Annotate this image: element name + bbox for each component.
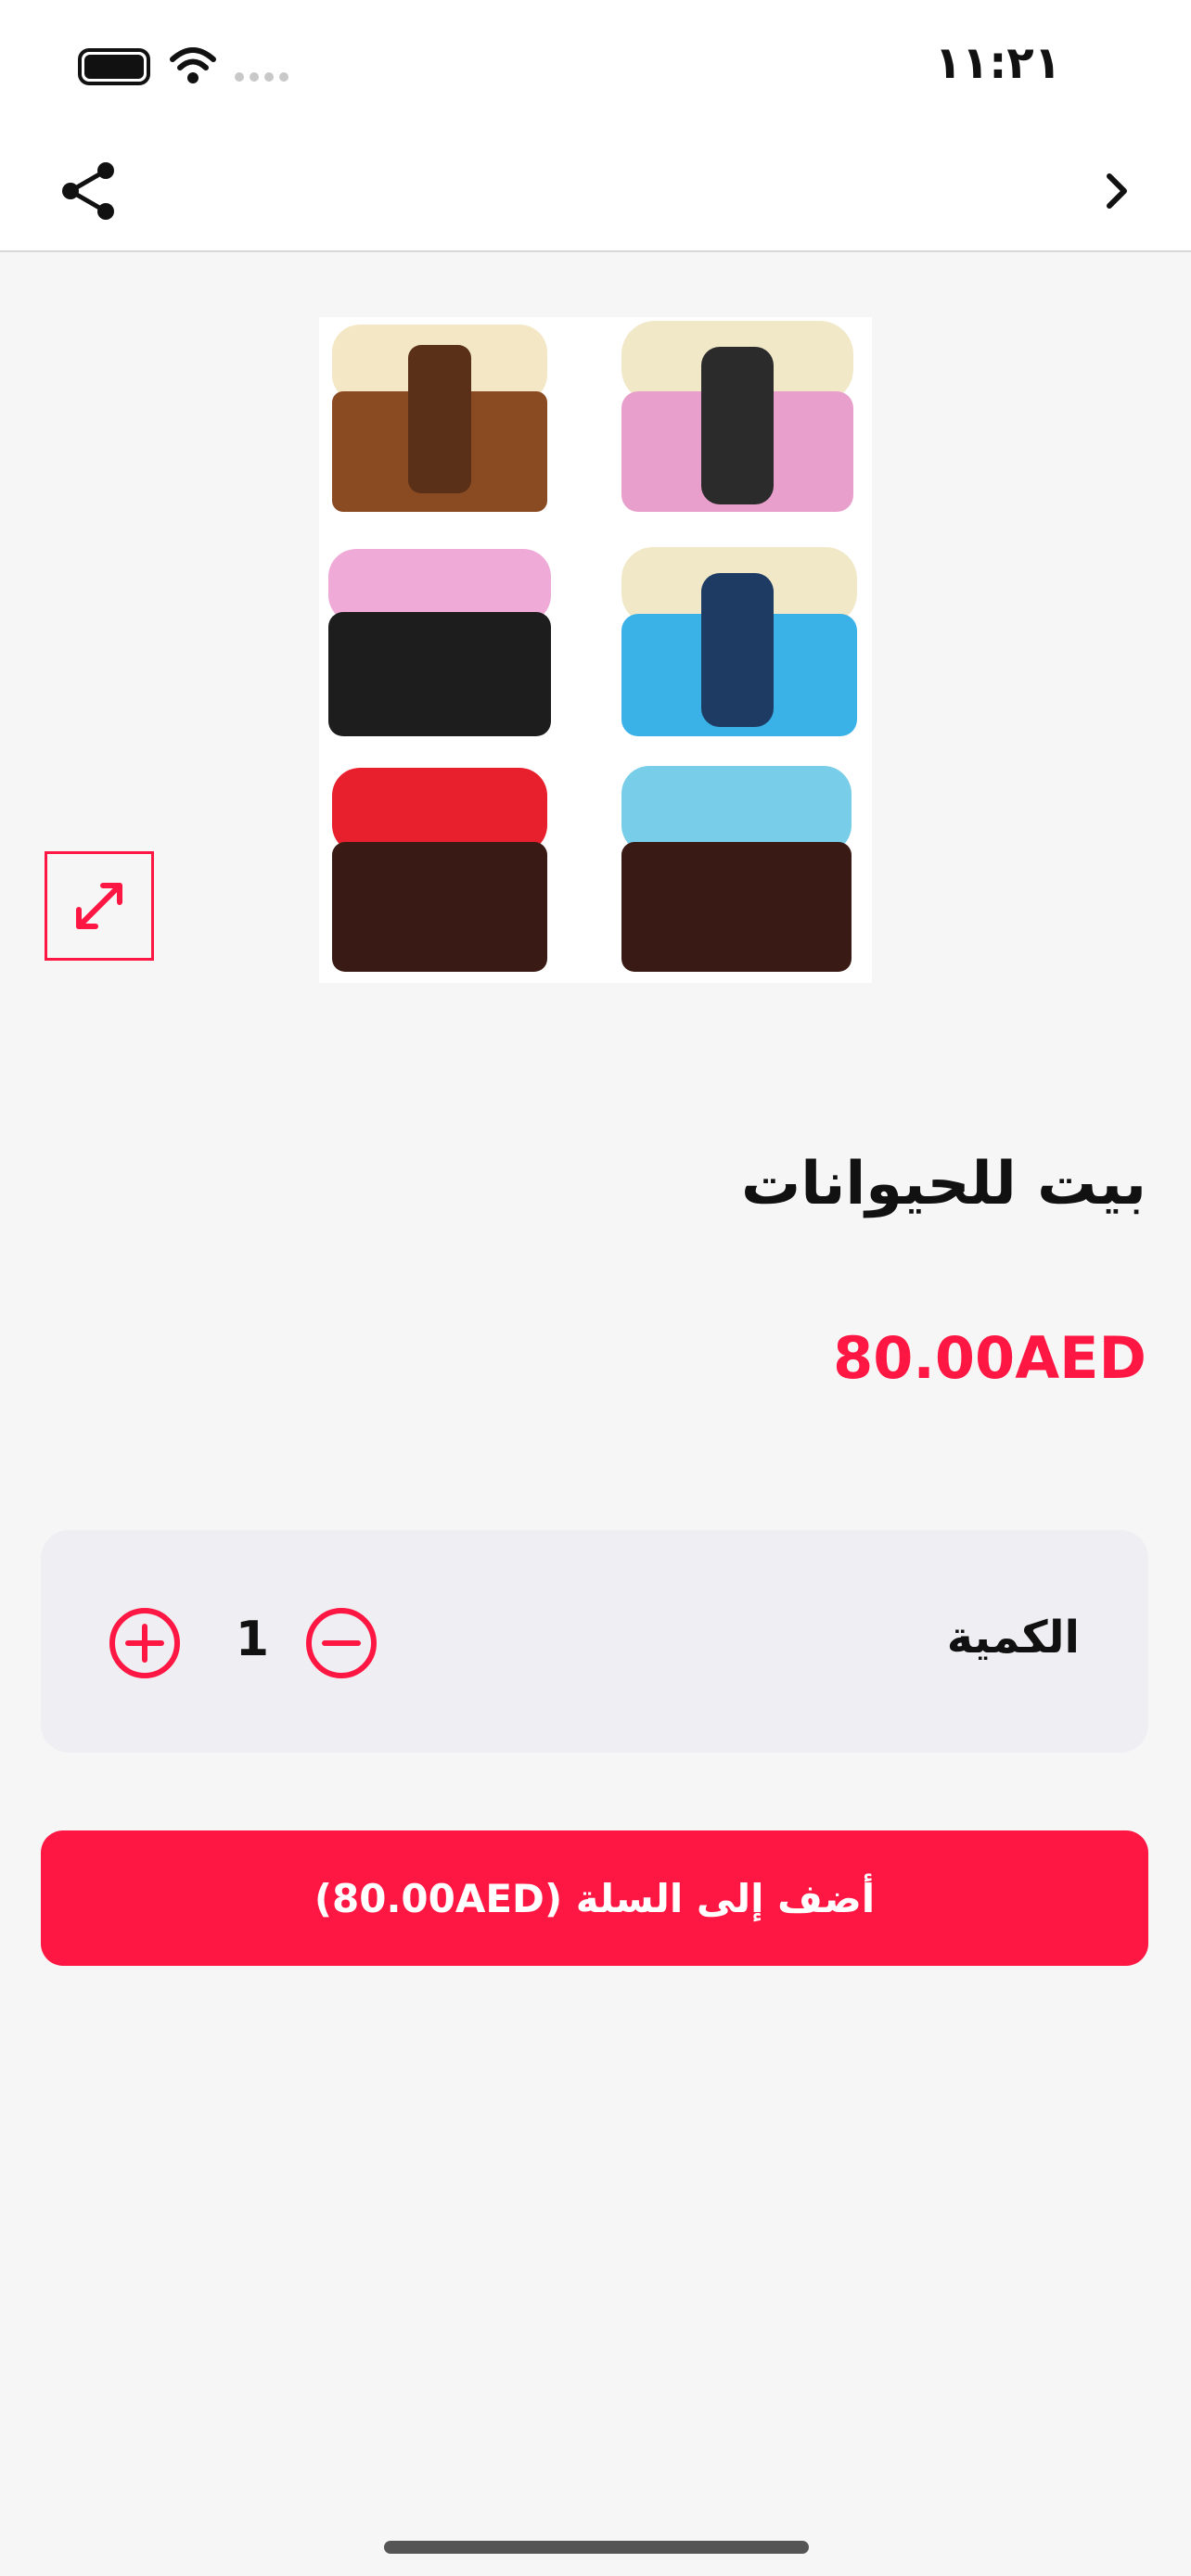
wifi-icon bbox=[170, 47, 216, 83]
plus-circle-icon[interactable] bbox=[108, 1606, 182, 1680]
nav-bar bbox=[0, 130, 1191, 252]
battery-icon bbox=[78, 48, 150, 85]
product-image bbox=[319, 317, 872, 983]
tent-teal bbox=[621, 766, 852, 972]
add-to-cart-label: أضف إلى السلة (80.00AED) bbox=[314, 1875, 876, 1921]
expand-image-button[interactable] bbox=[45, 851, 154, 961]
product-price: 80.00AED bbox=[833, 1324, 1146, 1392]
product-title: بيت للحيوانات bbox=[740, 1150, 1146, 1218]
share-icon[interactable] bbox=[56, 158, 122, 224]
tent-pink bbox=[621, 321, 853, 512]
status-time: ١١:٢١ bbox=[934, 37, 1061, 89]
quantity-stepper: 1 الكمية bbox=[41, 1530, 1148, 1753]
add-to-cart-button[interactable]: أضف إلى السلة (80.00AED) bbox=[41, 1830, 1148, 1966]
tent-brown bbox=[332, 325, 547, 512]
quantity-label: الكمية bbox=[946, 1612, 1080, 1664]
home-indicator bbox=[384, 2541, 809, 2554]
expand-icon bbox=[76, 883, 122, 929]
signal-icon bbox=[235, 72, 288, 82]
tent-pink-black bbox=[328, 549, 551, 736]
tent-blue bbox=[621, 547, 857, 736]
tent-red bbox=[332, 768, 547, 972]
quantity-value: 1 bbox=[235, 1612, 270, 1667]
minus-circle-icon[interactable] bbox=[304, 1606, 378, 1680]
chevron-right-icon[interactable] bbox=[1089, 163, 1145, 219]
status-bar: ١١:٢١ bbox=[0, 0, 1191, 130]
